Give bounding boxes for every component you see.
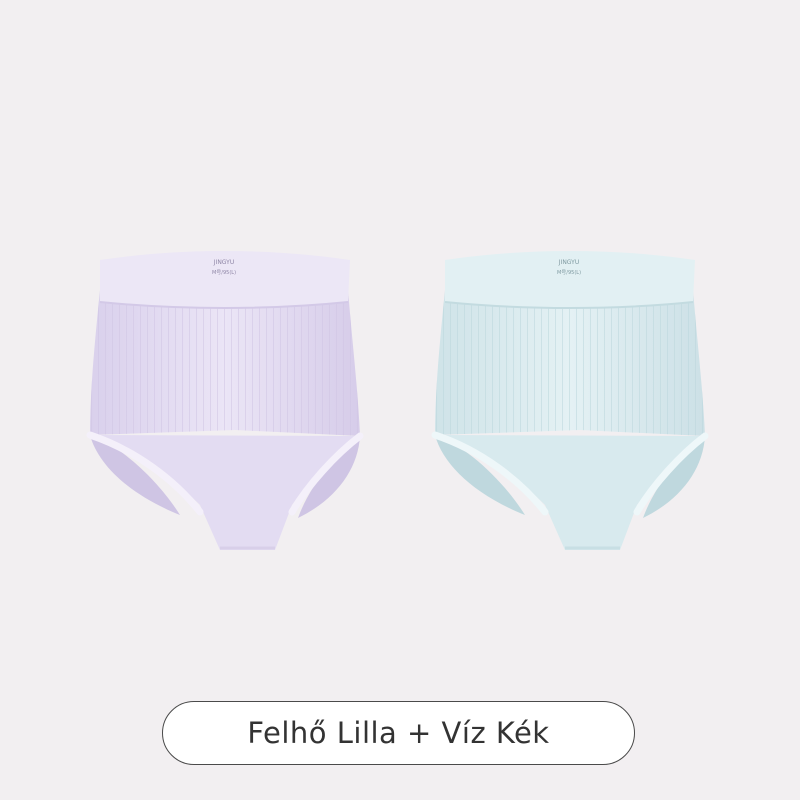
brief-lilac: JINGYU M号/95(L) (60, 250, 400, 560)
brief-light-blue-illustration: JINGYU M号/95(L) (431, 251, 709, 550)
waistband-label-size-lilac: M号/95(L) (212, 270, 236, 276)
waistband-label-size-blue: M号/95(L) (557, 270, 581, 276)
brief-lilac-illustration: JINGYU M号/95(L) (86, 251, 364, 550)
waistband-label-brand-blue: JINGYU (558, 259, 579, 266)
color-name-pill: Felhő Lilla + Víz Kék (162, 701, 635, 765)
waistband-label-brand-lilac: JINGYU (213, 259, 234, 266)
color-name-text: Felhő Lilla + Víz Kék (247, 716, 550, 750)
product-image: JINGYU M号/95(L) JINGYU M号/95(L) Felhő Li… (0, 0, 800, 800)
brief-light-blue: JINGYU M号/95(L) (405, 250, 745, 560)
